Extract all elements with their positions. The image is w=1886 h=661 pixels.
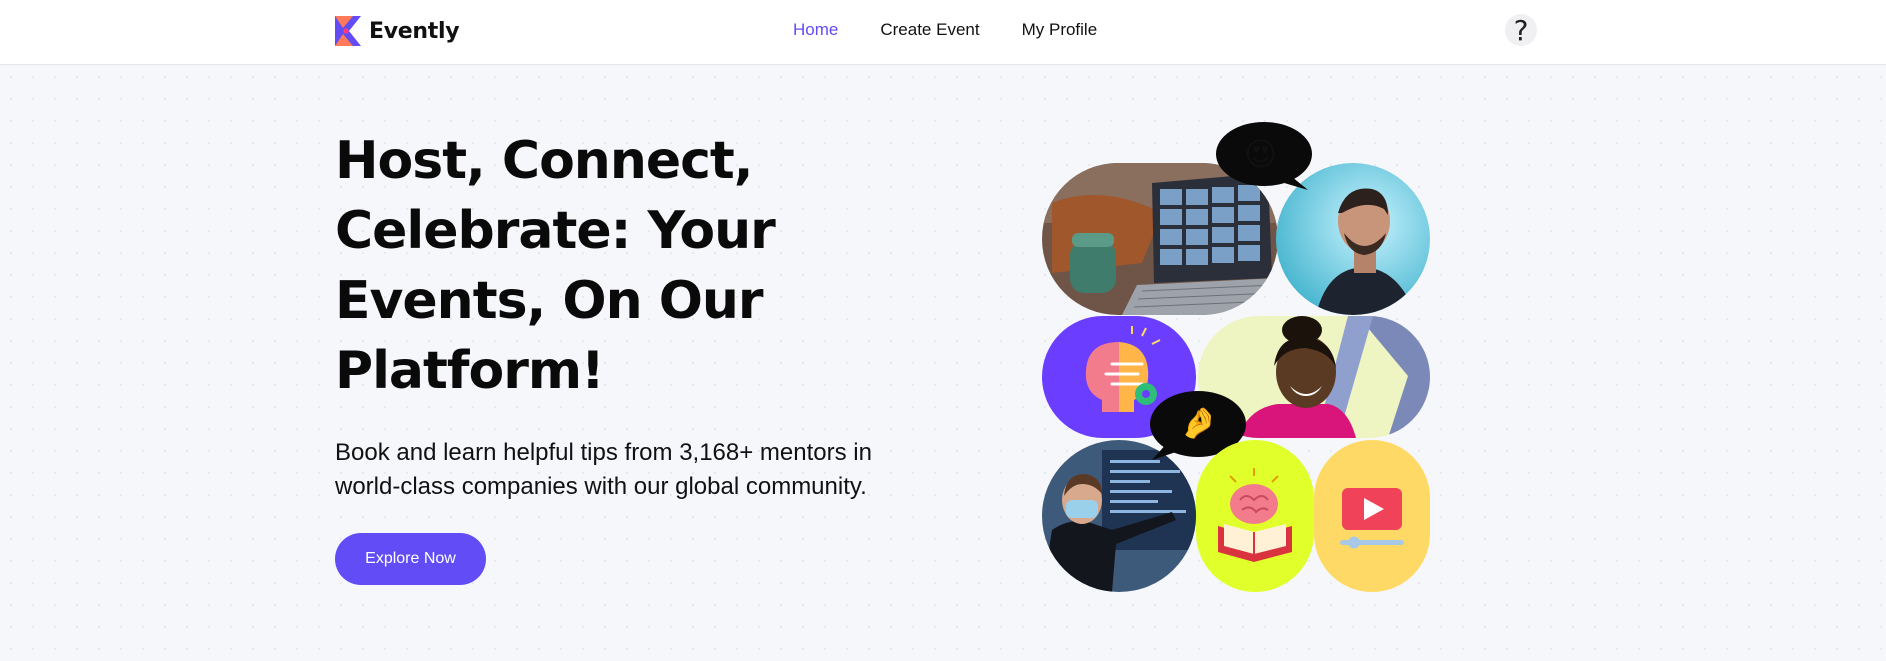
evently-logo-icon [335,16,361,46]
brain-book-icon [1218,468,1292,562]
explore-now-button[interactable]: Explore Now [335,533,486,585]
love-emoji-speech-bubble: 😍 [1216,122,1316,192]
nav-link-home[interactable]: Home [793,20,838,40]
main-nav: Home Create Event My Profile [793,20,1097,40]
pinched-fingers-emoji: 🤌 [1180,406,1218,441]
help-button[interactable]: ? [1505,13,1537,47]
lime-learning-tile [1196,440,1314,592]
teacher-presenting-image [1042,440,1196,592]
brand-name: Evently [369,18,460,44]
brand-logo[interactable]: Evently [335,16,460,46]
top-navbar: Evently Home Create Event My Profile ? [0,0,1886,65]
heart-eyes-emoji: 😍 [1244,135,1278,173]
hero-subtitle: Book and learn helpful tips from 3,168+ … [335,439,872,500]
nav-link-create-event[interactable]: Create Event [880,20,979,40]
hero-image-collage: 😍 🤌 [1040,120,1430,600]
question-mark-icon: ? [1513,13,1529,47]
play-video-icon [1340,488,1404,549]
nav-link-my-profile[interactable]: My Profile [1022,20,1098,40]
hero-title: Host, Connect, Celebrate: Your Events, O… [335,131,776,401]
yellow-video-tile [1314,440,1430,592]
